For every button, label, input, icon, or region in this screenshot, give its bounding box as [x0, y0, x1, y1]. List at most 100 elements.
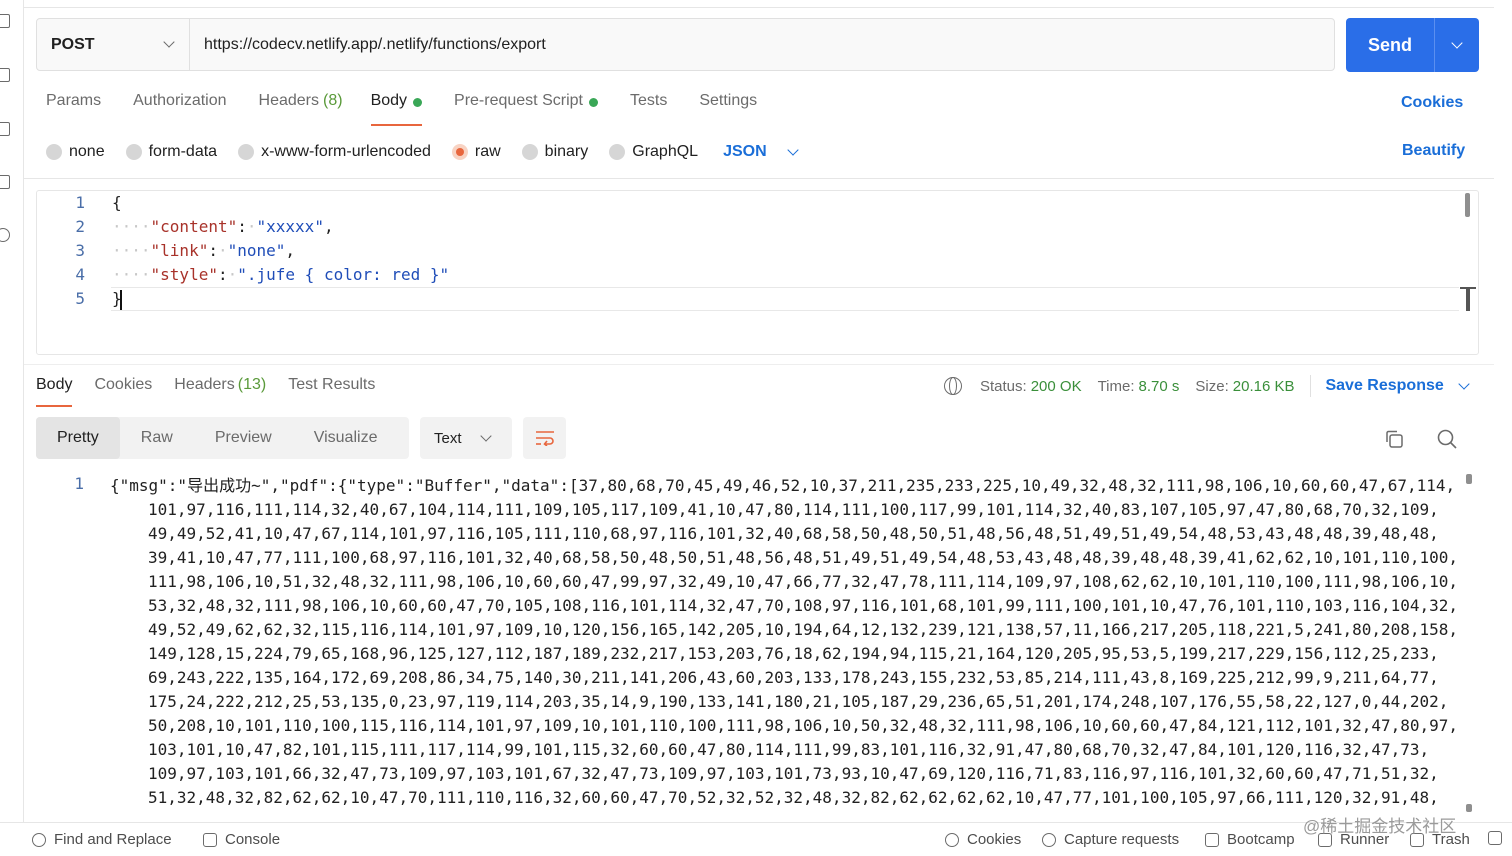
chevron-down-icon: [786, 144, 799, 156]
json-value: "xxxxx": [256, 217, 324, 236]
editor-resize-handle[interactable]: [1460, 287, 1476, 311]
view-pretty-button[interactable]: Pretty: [36, 417, 120, 459]
search-icon: [32, 832, 46, 847]
flows-icon[interactable]: [0, 175, 10, 189]
radio-none[interactable]: none: [46, 143, 105, 161]
find-replace-button[interactable]: Find and Replace: [32, 831, 172, 848]
editor-line: 4 ····"style":·".jufe { color: red }": [37, 265, 1478, 289]
response-tab-test-results[interactable]: Test Results: [288, 376, 375, 407]
language-select[interactable]: JSON: [723, 143, 799, 161]
collections-icon[interactable]: [0, 14, 10, 28]
tab-body[interactable]: Body: [370, 92, 423, 126]
tab-pre-request-script[interactable]: Pre-request Script: [454, 92, 598, 126]
bootcamp-button[interactable]: Bootcamp: [1205, 831, 1295, 848]
radio-urlencoded[interactable]: x-www-form-urlencoded: [238, 143, 431, 161]
response-body-viewer[interactable]: 1 {"msg":"导出成功~","pdf":{"type":"Buffer",…: [36, 474, 1479, 814]
radio-circle: [46, 144, 62, 160]
radio-label: x-www-form-urlencoded: [261, 143, 431, 160]
console-button[interactable]: Console: [203, 831, 280, 848]
pre-request-indicator-dot: [588, 98, 598, 107]
response-scrollbar-top[interactable]: [1466, 474, 1472, 484]
tab-label: Authorization: [133, 92, 227, 109]
language-label: JSON: [723, 143, 767, 160]
editor-scrollbar[interactable]: [1465, 193, 1470, 217]
line-number: 1: [74, 474, 84, 493]
view-raw-button[interactable]: Raw: [120, 417, 194, 459]
meta-divider: [1310, 375, 1312, 397]
send-button[interactable]: Send: [1346, 18, 1434, 72]
wrap-lines-button[interactable]: [523, 417, 566, 459]
history-icon[interactable]: [0, 228, 10, 242]
response-format-select[interactable]: Text: [420, 417, 512, 459]
request-url-bar: POST https://codecv.netlify.app/.netlify…: [36, 18, 1335, 71]
editor-line: 2 ····"content":·"xxxxx",: [37, 217, 1478, 241]
response-tab-headers[interactable]: Headers (13): [174, 376, 266, 407]
response-line: 149,128,15,224,79,65,168,96,125,127,112,…: [148, 644, 1439, 663]
left-sidebar-rail: [0, 0, 24, 822]
apis-icon[interactable]: [0, 68, 10, 82]
chevron-down-icon: [479, 430, 492, 442]
line-number: 1: [75, 193, 85, 212]
time-info[interactable]: Time: 8.70 s: [1098, 378, 1180, 395]
time-value: 8.70 s: [1138, 377, 1180, 395]
response-tab-cookies[interactable]: Cookies: [94, 376, 152, 407]
radio-binary[interactable]: binary: [521, 143, 589, 161]
chevron-down-icon: [163, 36, 175, 48]
json-value: ".jufe { color: red }": [237, 265, 450, 284]
status-bar: Find and Replace Console Cookies Capture…: [0, 822, 1512, 856]
globe-icon[interactable]: [944, 377, 962, 395]
tab-label: Test Results: [288, 376, 376, 393]
response-line: 49,49,52,41,10,47,67,114,101,97,116,105,…: [148, 524, 1439, 543]
chevron-down-icon: [1458, 378, 1470, 390]
response-tab-body[interactable]: Body: [36, 376, 73, 407]
response-scrollbar-bottom[interactable]: [1466, 804, 1472, 812]
radio-raw[interactable]: raw: [451, 143, 501, 161]
view-preview-button[interactable]: Preview: [194, 417, 293, 459]
radio-label: binary: [544, 143, 589, 160]
radio-circle: [125, 144, 142, 160]
response-line: 103,101,10,47,82,101,115,111,117,114,99,…: [148, 740, 1430, 759]
request-tabs: Params Authorization Headers (8) Body Pre…: [36, 92, 789, 126]
view-visualize-button[interactable]: Visualize: [293, 417, 399, 459]
tab-params[interactable]: Params: [36, 92, 101, 126]
editor-line: 3 ····"link":·"none",: [37, 241, 1478, 265]
beautify-button[interactable]: Beautify: [1402, 142, 1465, 160]
tab-tests[interactable]: Tests: [630, 92, 667, 126]
response-line: 51,32,48,32,82,62,62,10,47,70,111,110,11…: [148, 788, 1439, 807]
response-line: {"msg":"导出成功~","pdf":{"type":"Buffer","d…: [110, 476, 1456, 495]
layout-icon: [1488, 831, 1502, 845]
request-body-editor[interactable]: 1 { 2 ····"content":·"xxxxx", 3 ····"lin…: [36, 190, 1479, 355]
tab-authorization[interactable]: Authorization: [123, 92, 226, 126]
radio-form-data[interactable]: form-data: [125, 143, 217, 161]
radio-graphql[interactable]: GraphQL: [609, 143, 698, 161]
status-label: Status:: [980, 377, 1027, 395]
response-line: 111,98,106,10,51,32,48,32,111,98,106,10,…: [148, 572, 1459, 591]
radio-label: none: [69, 143, 105, 160]
copy-icon[interactable]: [1384, 429, 1404, 449]
line-number: 4: [75, 265, 85, 284]
code-text: ····"link":·"none",: [112, 241, 296, 260]
cookies-label: Cookies: [967, 831, 1022, 848]
search-icon[interactable]: [1436, 428, 1458, 450]
environments-icon[interactable]: [0, 122, 10, 136]
text-cursor: [120, 290, 122, 310]
cookies-link[interactable]: Cookies: [1401, 94, 1463, 112]
save-response-button[interactable]: Save Response: [1325, 377, 1470, 395]
json-key: "link": [150, 241, 209, 260]
tab-headers[interactable]: Headers (8): [249, 92, 343, 126]
size-info[interactable]: Size: 20.16 KB: [1195, 378, 1294, 395]
time-label: Time:: [1097, 377, 1135, 395]
send-button-group: Send: [1346, 18, 1479, 72]
headers-count: (8): [323, 92, 343, 109]
url-input[interactable]: https://codecv.netlify.app/.netlify/func…: [190, 19, 546, 70]
cookies-button[interactable]: Cookies: [945, 831, 1021, 848]
layout-toggle-button[interactable]: [1488, 831, 1510, 845]
response-line: 49,52,49,62,62,32,115,116,114,101,97,109…: [148, 620, 1459, 639]
json-key: "style": [150, 265, 218, 284]
send-options-button[interactable]: [1435, 18, 1479, 72]
method-select[interactable]: POST: [37, 19, 190, 70]
tab-settings[interactable]: Settings: [699, 92, 757, 126]
response-meta: Status: 200 OK Time: 8.70 s Size: 20.16 KB …: [944, 375, 1470, 397]
capture-requests-button[interactable]: Capture requests: [1042, 831, 1179, 848]
status-info[interactable]: Status: 200 OK: [980, 378, 1082, 395]
